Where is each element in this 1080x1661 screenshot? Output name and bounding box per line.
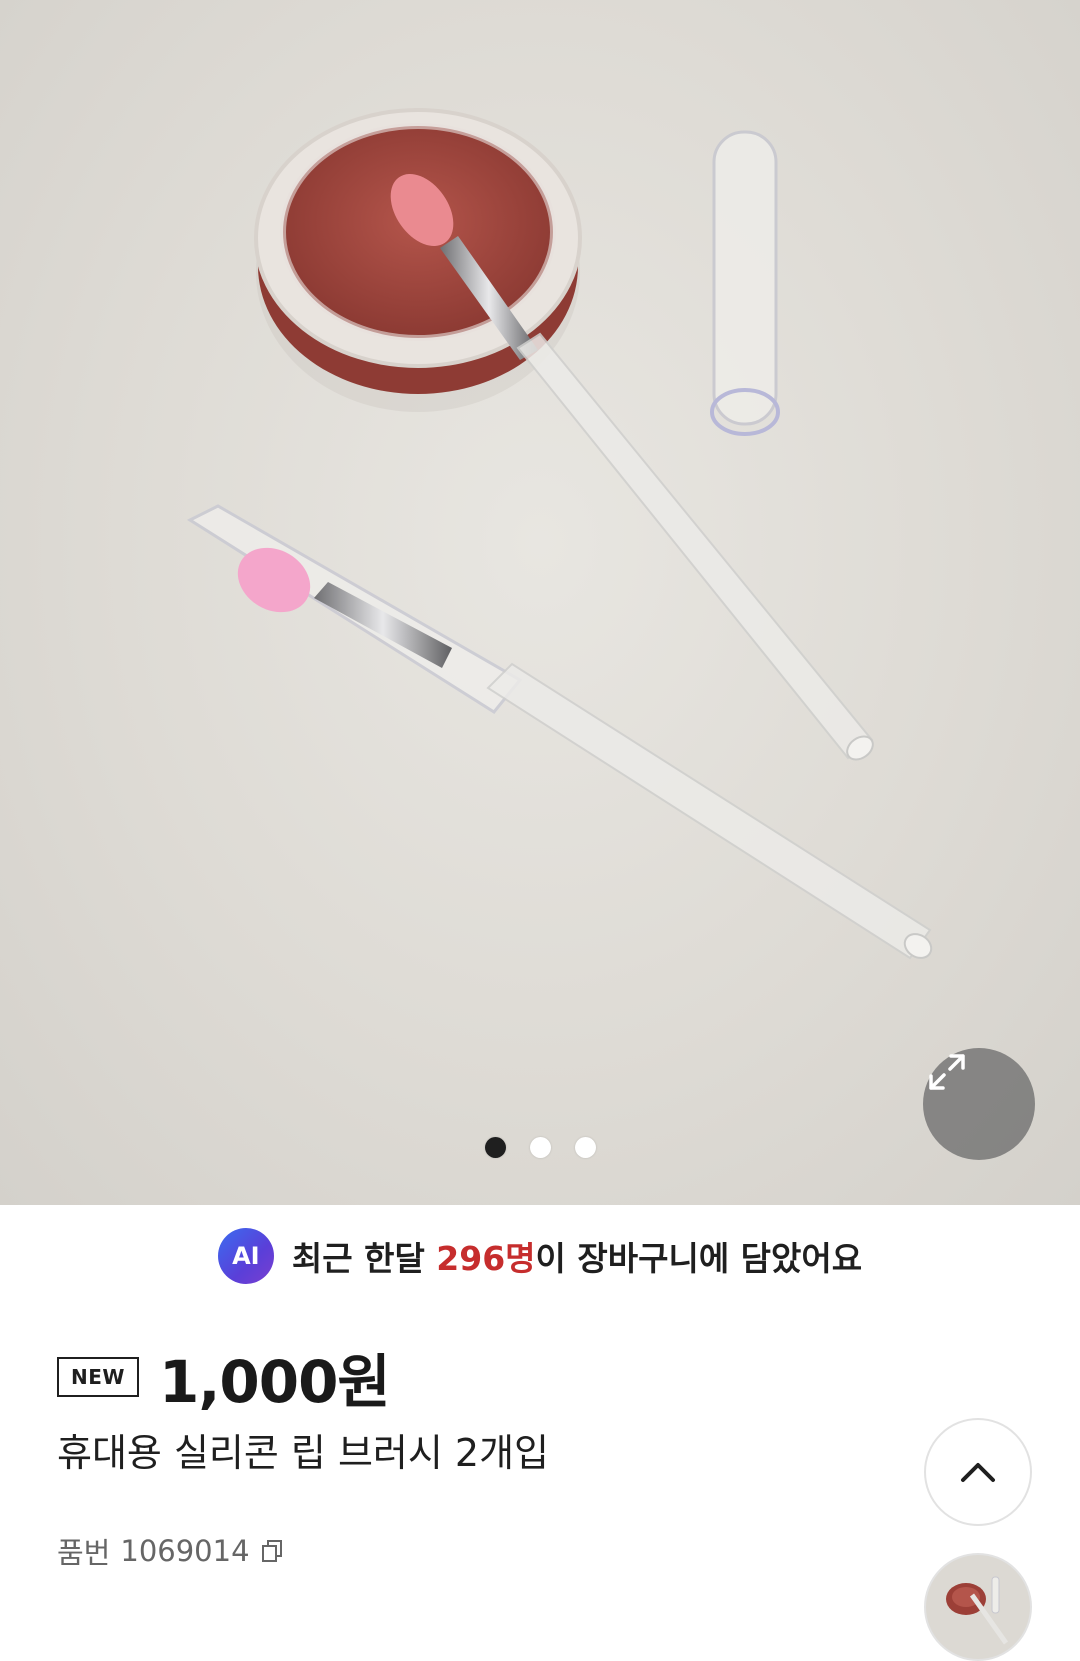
product-name: 휴대용 실리콘 립 브러시 2개입 (57, 1431, 550, 1475)
ai-banner-suffix: 이 장바구니에 담았어요 (535, 1239, 863, 1278)
product-price: 1,000원 (158, 1348, 391, 1416)
sku-label: 품번 (57, 1536, 111, 1570)
scroll-top-button[interactable] (924, 1418, 1032, 1526)
ai-cart-banner: AI 최근 한달 296명이 장바구니에 담았어요 (0, 1225, 1080, 1287)
thumbnail-image (946, 1576, 1009, 1645)
expand-button[interactable] (923, 1048, 1035, 1160)
new-badge: NEW (57, 1357, 139, 1397)
chevron-up-icon (961, 1463, 995, 1482)
ai-banner-text: 최근 한달 296명이 장바구니에 담았어요 (292, 1232, 862, 1280)
price-row: NEW 1,000원 (57, 1335, 391, 1419)
product-sku: 품번 1069014 (57, 1530, 286, 1572)
gallery-dot-1[interactable] (484, 1137, 506, 1158)
gallery-dot-3[interactable] (574, 1137, 596, 1158)
ai-badge-icon: AI (217, 1228, 274, 1284)
product-image[interactable] (0, 0, 1080, 1205)
sku-number: 1069014 (120, 1534, 250, 1568)
gallery-dot-2[interactable] (529, 1137, 551, 1158)
expand-arrows-icon (929, 1054, 965, 1090)
ai-banner-prefix: 최근 한달 (291, 1239, 437, 1278)
ai-banner-count: 296명 (436, 1239, 536, 1278)
product-thumbnail[interactable] (924, 1553, 1032, 1661)
product-photo (186, 108, 933, 960)
copy-icon[interactable] (260, 1538, 286, 1564)
gallery-pagination (0, 1137, 1080, 1158)
